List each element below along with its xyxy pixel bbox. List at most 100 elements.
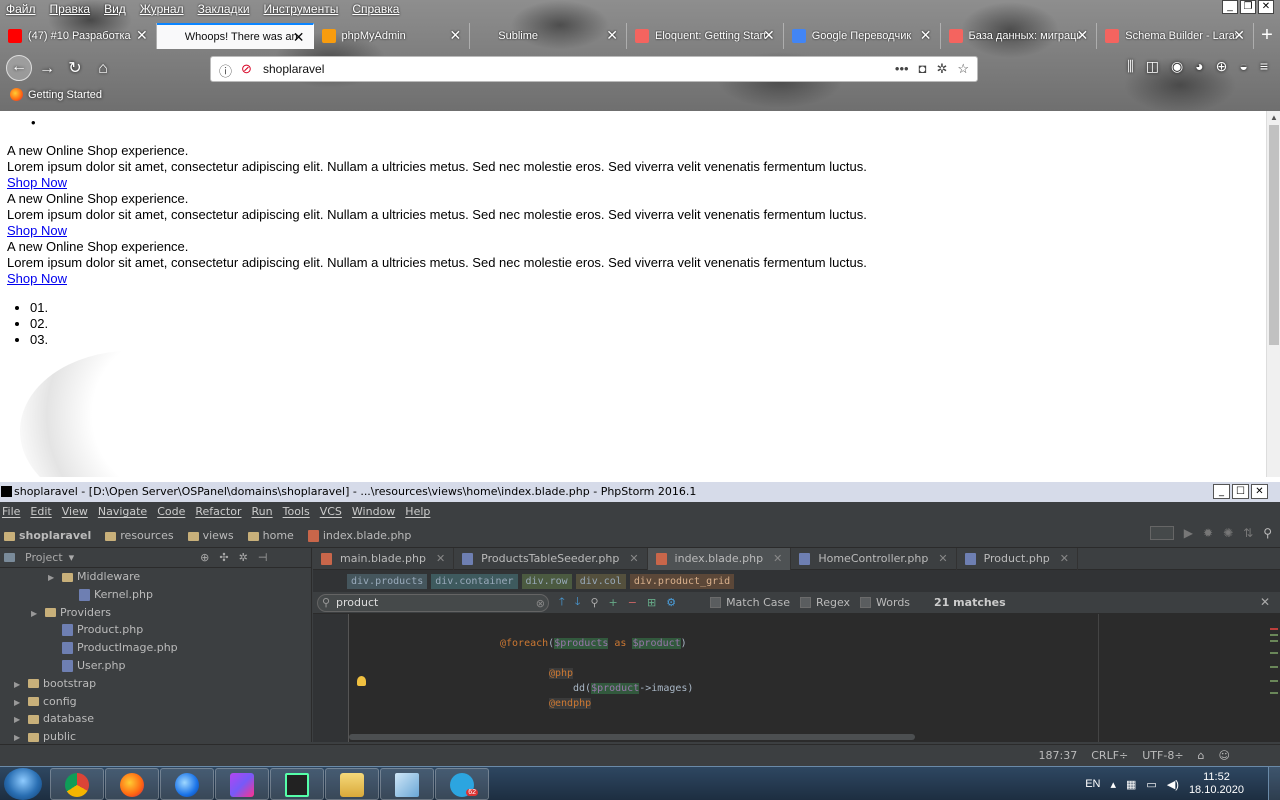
nav-crumb[interactable]: shoplaravel (4, 529, 91, 542)
run-icon[interactable]: ▶ (1184, 526, 1193, 540)
hide-icon[interactable]: ⊣ (258, 551, 268, 564)
find-all-icon[interactable]: ⚲ (590, 596, 598, 609)
html-crumb[interactable]: div.container (431, 573, 518, 589)
browser-tab[interactable]: База данных: миграции ✕ (941, 23, 1098, 49)
close-tab-icon[interactable]: ✕ (773, 548, 782, 570)
scrollbar-thumb[interactable] (1269, 125, 1279, 345)
tab-close-icon[interactable]: ✕ (606, 27, 618, 44)
coverage-icon[interactable]: ✺ (1223, 526, 1233, 540)
nav-crumb[interactable]: views (187, 529, 234, 542)
tree-item[interactable]: Kernel.php (0, 586, 311, 604)
new-tab-icon[interactable]: + (1254, 23, 1280, 49)
back-icon[interactable]: ← (6, 55, 32, 81)
code-editor[interactable]: @foreach($products as $product) @php dd(… (313, 614, 1280, 742)
chat-extension-icon[interactable]: ◕ (1195, 58, 1203, 75)
match-case-checkbox[interactable] (710, 597, 722, 608)
editor-tab[interactable]: main.blade.php ✕ (313, 548, 455, 570)
expand-arrow-icon[interactable]: ▶ (14, 694, 28, 712)
sidebar-icon[interactable]: ◫ (1146, 58, 1159, 75)
vcs-icon[interactable]: ⇅ (1243, 526, 1253, 540)
pocket-icon[interactable]: ◘ (919, 61, 927, 77)
taskbar-firefox-dev[interactable] (160, 768, 214, 800)
show-desktop-button[interactable] (1268, 767, 1280, 800)
editor-tab[interactable]: ProductsTableSeeder.php ✕ (454, 548, 648, 570)
restore-button[interactable]: ❐ (1240, 0, 1256, 14)
project-view-selector[interactable]: Project (25, 551, 63, 564)
minimize-button[interactable]: _ (1222, 0, 1238, 14)
ide-menu-navigate[interactable]: Navigate (98, 502, 147, 522)
collapse-all-icon[interactable]: ✣ (219, 551, 228, 564)
find-input[interactable]: ⚲ product ⊗ (317, 593, 549, 612)
error-stripe[interactable] (1268, 614, 1280, 742)
insecure-lock-icon[interactable]: ⊘ (241, 61, 252, 77)
indicator-item[interactable]: 03. (30, 332, 48, 348)
editor-tab[interactable]: HomeController.php ✕ (791, 548, 957, 570)
next-occurrence-icon[interactable]: 🡓 (575, 593, 581, 612)
nav-crumb[interactable]: resources (105, 529, 174, 542)
tab-close-icon[interactable]: ✕ (920, 27, 932, 44)
tab-close-icon[interactable]: ✕ (136, 27, 148, 44)
expand-arrow-icon[interactable]: ▶ (14, 676, 28, 694)
tab-close-icon[interactable]: ✕ (763, 27, 775, 44)
tree-item[interactable]: ▶ bootstrap (0, 675, 311, 693)
tab-close-icon[interactable]: ✕ (293, 29, 305, 46)
remove-occurrence-icon[interactable]: − (628, 596, 637, 609)
menu-hamburger-icon[interactable]: ≡ (1260, 58, 1268, 75)
library-icon[interactable]: ⫼ (1127, 58, 1133, 75)
page-scrollbar[interactable]: ▲ (1266, 111, 1280, 477)
filter-settings-icon[interactable]: ⚙ (666, 596, 676, 609)
tree-item[interactable]: ▶ Middleware (0, 568, 311, 586)
menu-tools[interactable]: Инструменты (264, 2, 339, 16)
forward-icon[interactable]: → (36, 58, 58, 80)
html-crumb[interactable]: div.product_grid (629, 573, 735, 589)
close-tab-icon[interactable]: ✕ (938, 548, 947, 570)
line-separator[interactable]: CRLF÷ (1091, 749, 1128, 762)
tree-item[interactable]: Product.php (0, 621, 311, 639)
ide-menu-help[interactable]: Help (405, 502, 430, 522)
info-icon[interactable]: ⓘ (219, 61, 232, 80)
ide-menu-run[interactable]: Run (252, 502, 273, 522)
expand-arrow-icon[interactable]: ▶ (14, 711, 28, 729)
url-text[interactable]: shoplaravel (263, 62, 324, 76)
menu-view[interactable]: Вид (104, 2, 126, 16)
tree-item[interactable]: ▶ config (0, 693, 311, 711)
browser-tab[interactable]: Schema Builder - Laravel ✕ (1097, 23, 1254, 49)
taskbar-notepad[interactable] (380, 768, 434, 800)
inspector-icon[interactable]: ☺ (1219, 749, 1230, 762)
close-tab-icon[interactable]: ✕ (436, 548, 445, 570)
ide-menu-window[interactable]: Window (352, 502, 395, 522)
shop-now-link[interactable]: Shop Now (7, 223, 67, 238)
regex-option[interactable]: Regex (800, 596, 850, 609)
indicator-item[interactable]: 01. (30, 300, 48, 316)
close-find-icon[interactable]: ✕ (1260, 595, 1270, 609)
find-query[interactable]: product (336, 596, 378, 609)
tree-item[interactable]: ▶ Providers (0, 604, 311, 622)
code-line-foreach[interactable]: @foreach($products as $product) (500, 638, 687, 649)
menu-file[interactable]: Файл (6, 2, 36, 16)
sync-extension-icon[interactable]: ◒ (1239, 58, 1247, 75)
close-tab-icon[interactable]: ✕ (629, 548, 638, 570)
menu-help[interactable]: Справка (352, 2, 399, 16)
ide-minimize-button[interactable]: _ (1213, 484, 1230, 499)
regex-checkbox[interactable] (800, 597, 812, 608)
taskbar-console[interactable] (270, 768, 324, 800)
menu-bookmarks[interactable]: Закладки (198, 2, 250, 16)
select-all-occurrences-icon[interactable]: ⊞ (647, 596, 656, 609)
run-config-dropdown[interactable] (1149, 526, 1174, 540)
clear-icon[interactable]: ⊗ (536, 596, 545, 612)
gear-icon[interactable]: ✲ (239, 551, 248, 564)
tree-item[interactable]: User.php (0, 657, 311, 675)
add-occurrence-icon[interactable]: + (609, 596, 618, 609)
menu-edit[interactable]: Правка (50, 2, 91, 16)
words-option[interactable]: Words (860, 596, 910, 609)
editor-tab[interactable]: index.blade.php ✕ (647, 548, 792, 570)
chevron-down-icon[interactable]: ▾ (69, 551, 75, 564)
ide-close-button[interactable]: ✕ (1251, 484, 1268, 499)
scroll-up-icon[interactable]: ▲ (1267, 113, 1280, 122)
browser-tab[interactable]: Eloquent: Getting Started ✕ (627, 23, 784, 49)
editor-horizontal-scrollbar[interactable] (349, 734, 915, 740)
debug-icon[interactable]: ✹ (1203, 526, 1213, 540)
ide-menu-tools[interactable]: Tools (283, 502, 310, 522)
tab-close-icon[interactable]: ✕ (1077, 27, 1089, 44)
scroll-from-source-icon[interactable]: ⊕ (200, 551, 209, 564)
